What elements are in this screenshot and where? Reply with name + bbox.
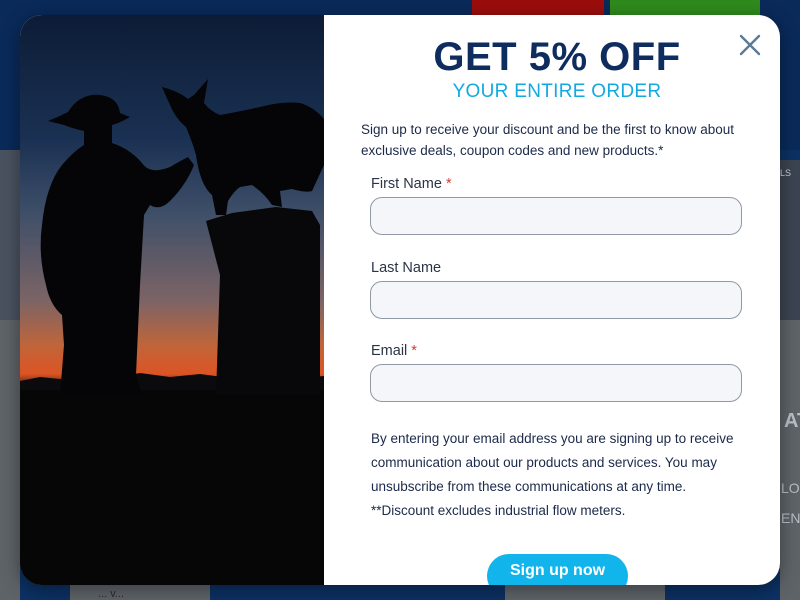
popup-headline: GET 5% OFF <box>433 35 681 79</box>
signup-form-panel: GET 5% OFF YOUR ENTIRE ORDER Sign up to … <box>324 15 780 585</box>
header-green-button <box>610 0 760 16</box>
section-text-fragment: ENS <box>781 510 800 526</box>
popup-subheadline: YOUR ENTIRE ORDER <box>452 81 662 102</box>
first-name-input[interactable] <box>370 197 742 235</box>
last-name-label: Last Name <box>371 260 441 276</box>
cowboy-dog-sunset-image <box>20 15 324 585</box>
email-label-text: Email <box>371 343 408 359</box>
silhouette-illustration <box>20 79 324 585</box>
disclaimer-communication-text: By entering your email address you are s… <box>371 431 734 494</box>
bottom-card <box>70 585 210 600</box>
last-name-input[interactable] <box>370 281 742 319</box>
sign-up-button[interactable]: Sign up now <box>487 554 628 585</box>
header-red-button <box>472 0 604 16</box>
required-marker: * <box>445 176 452 192</box>
section-text-fragment: LO <box>781 480 800 496</box>
product-card-left <box>0 150 20 320</box>
section-heading-fragment: AT <box>784 410 800 432</box>
bottom-card <box>505 585 665 600</box>
email-input[interactable] <box>370 364 742 402</box>
section-panel-right <box>780 320 800 600</box>
section-panel-left <box>0 320 20 600</box>
last-name-label-text: Last Name <box>371 260 442 276</box>
product-card-right <box>780 160 800 320</box>
bottom-card-label: ... v... <box>98 588 125 600</box>
signup-popup: GET 5% OFF YOUR ENTIRE ORDER Sign up to … <box>20 15 780 585</box>
first-name-label: First Name * <box>371 176 452 192</box>
first-name-label-text: First Name <box>371 176 442 192</box>
popup-disclaimer: By entering your email address you are s… <box>371 427 761 523</box>
popup-intro-text: Sign up to receive your discount and be … <box>361 122 734 158</box>
disclaimer-exclusion-text: **Discount excludes industrial flow mete… <box>371 503 626 518</box>
required-marker: * <box>411 343 417 359</box>
email-label: Email * <box>371 343 417 359</box>
